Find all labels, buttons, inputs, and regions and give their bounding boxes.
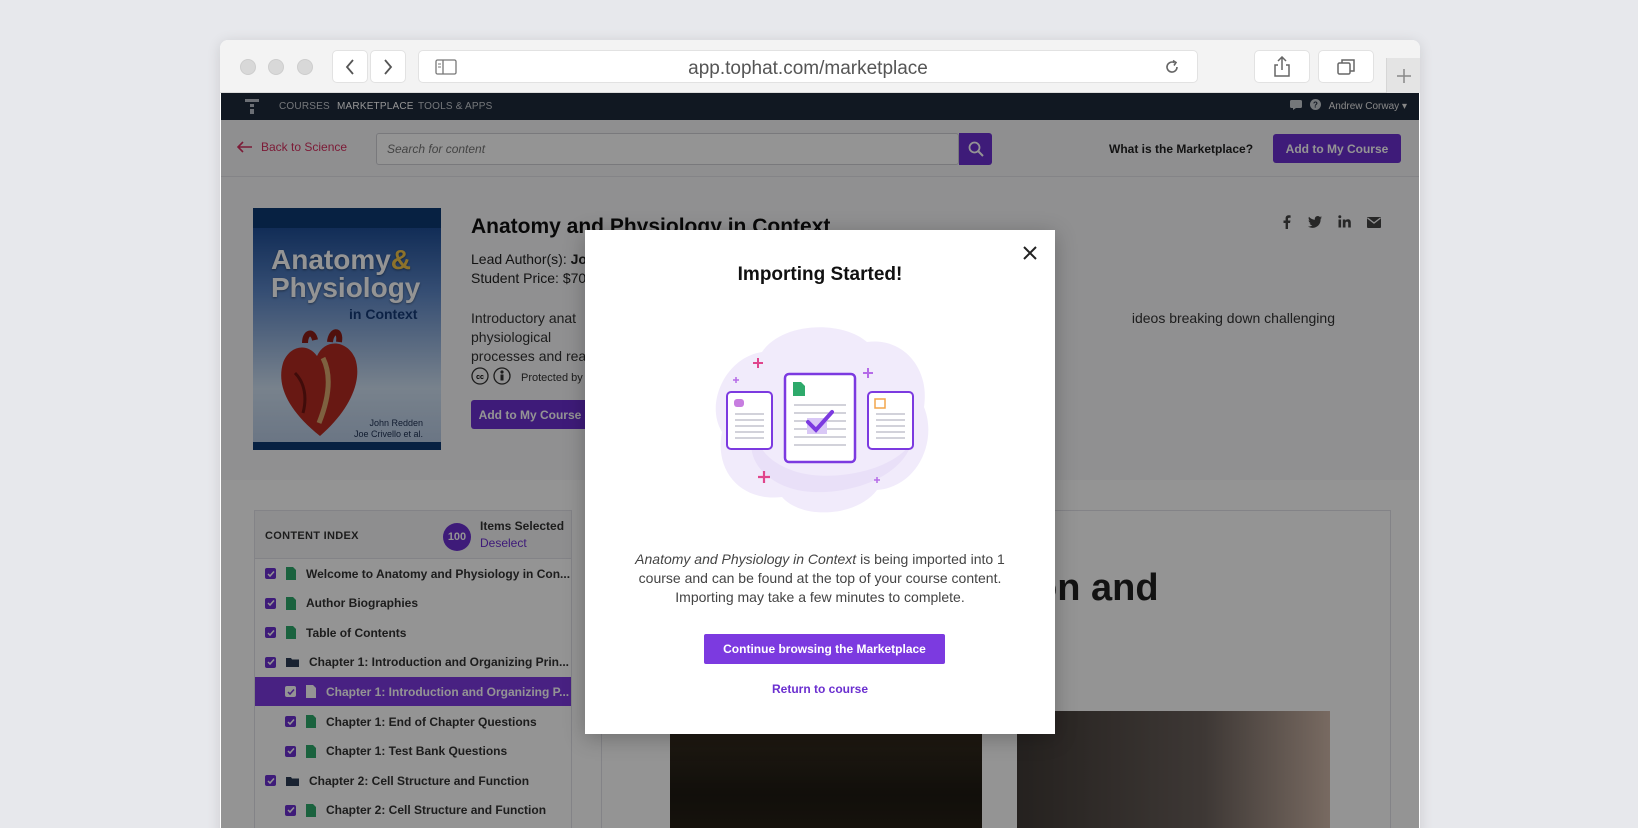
url-text[interactable]: app.tophat.com/marketplace (419, 58, 1197, 80)
return-to-course-link[interactable]: Return to course (585, 682, 1055, 696)
close-window-button[interactable] (240, 59, 256, 75)
browser-toolbar: app.tophat.com/marketplace (220, 40, 1420, 93)
forward-nav-button[interactable] (370, 50, 406, 83)
share-button[interactable] (1254, 50, 1310, 83)
import-illustration-icon (702, 312, 938, 527)
address-bar[interactable]: app.tophat.com/marketplace (418, 50, 1198, 83)
close-icon (1023, 246, 1037, 260)
share-icon (1274, 55, 1290, 77)
minimize-window-button[interactable] (268, 59, 284, 75)
modal-body-text: Anatomy and Physiology in Context is bei… (615, 550, 1025, 607)
maximize-window-button[interactable] (297, 59, 313, 75)
back-nav-button[interactable] (332, 50, 368, 83)
chevron-right-icon (384, 58, 393, 75)
import-started-modal: Importing Started! Anatomy and Physiolog… (585, 230, 1055, 734)
chevron-left-icon (345, 58, 354, 75)
new-tab-button[interactable] (1386, 58, 1420, 93)
modal-title: Importing Started! (737, 264, 903, 285)
continue-browsing-button[interactable]: Continue browsing the Marketplace (704, 634, 945, 664)
close-modal-button[interactable] (1019, 242, 1041, 264)
plus-icon (1396, 68, 1411, 83)
tabs-overview-button[interactable] (1318, 50, 1374, 83)
reload-icon[interactable] (1163, 58, 1181, 81)
tabs-icon (1337, 58, 1355, 75)
modal-book-title: Anatomy and Physiology in Context (635, 551, 857, 567)
